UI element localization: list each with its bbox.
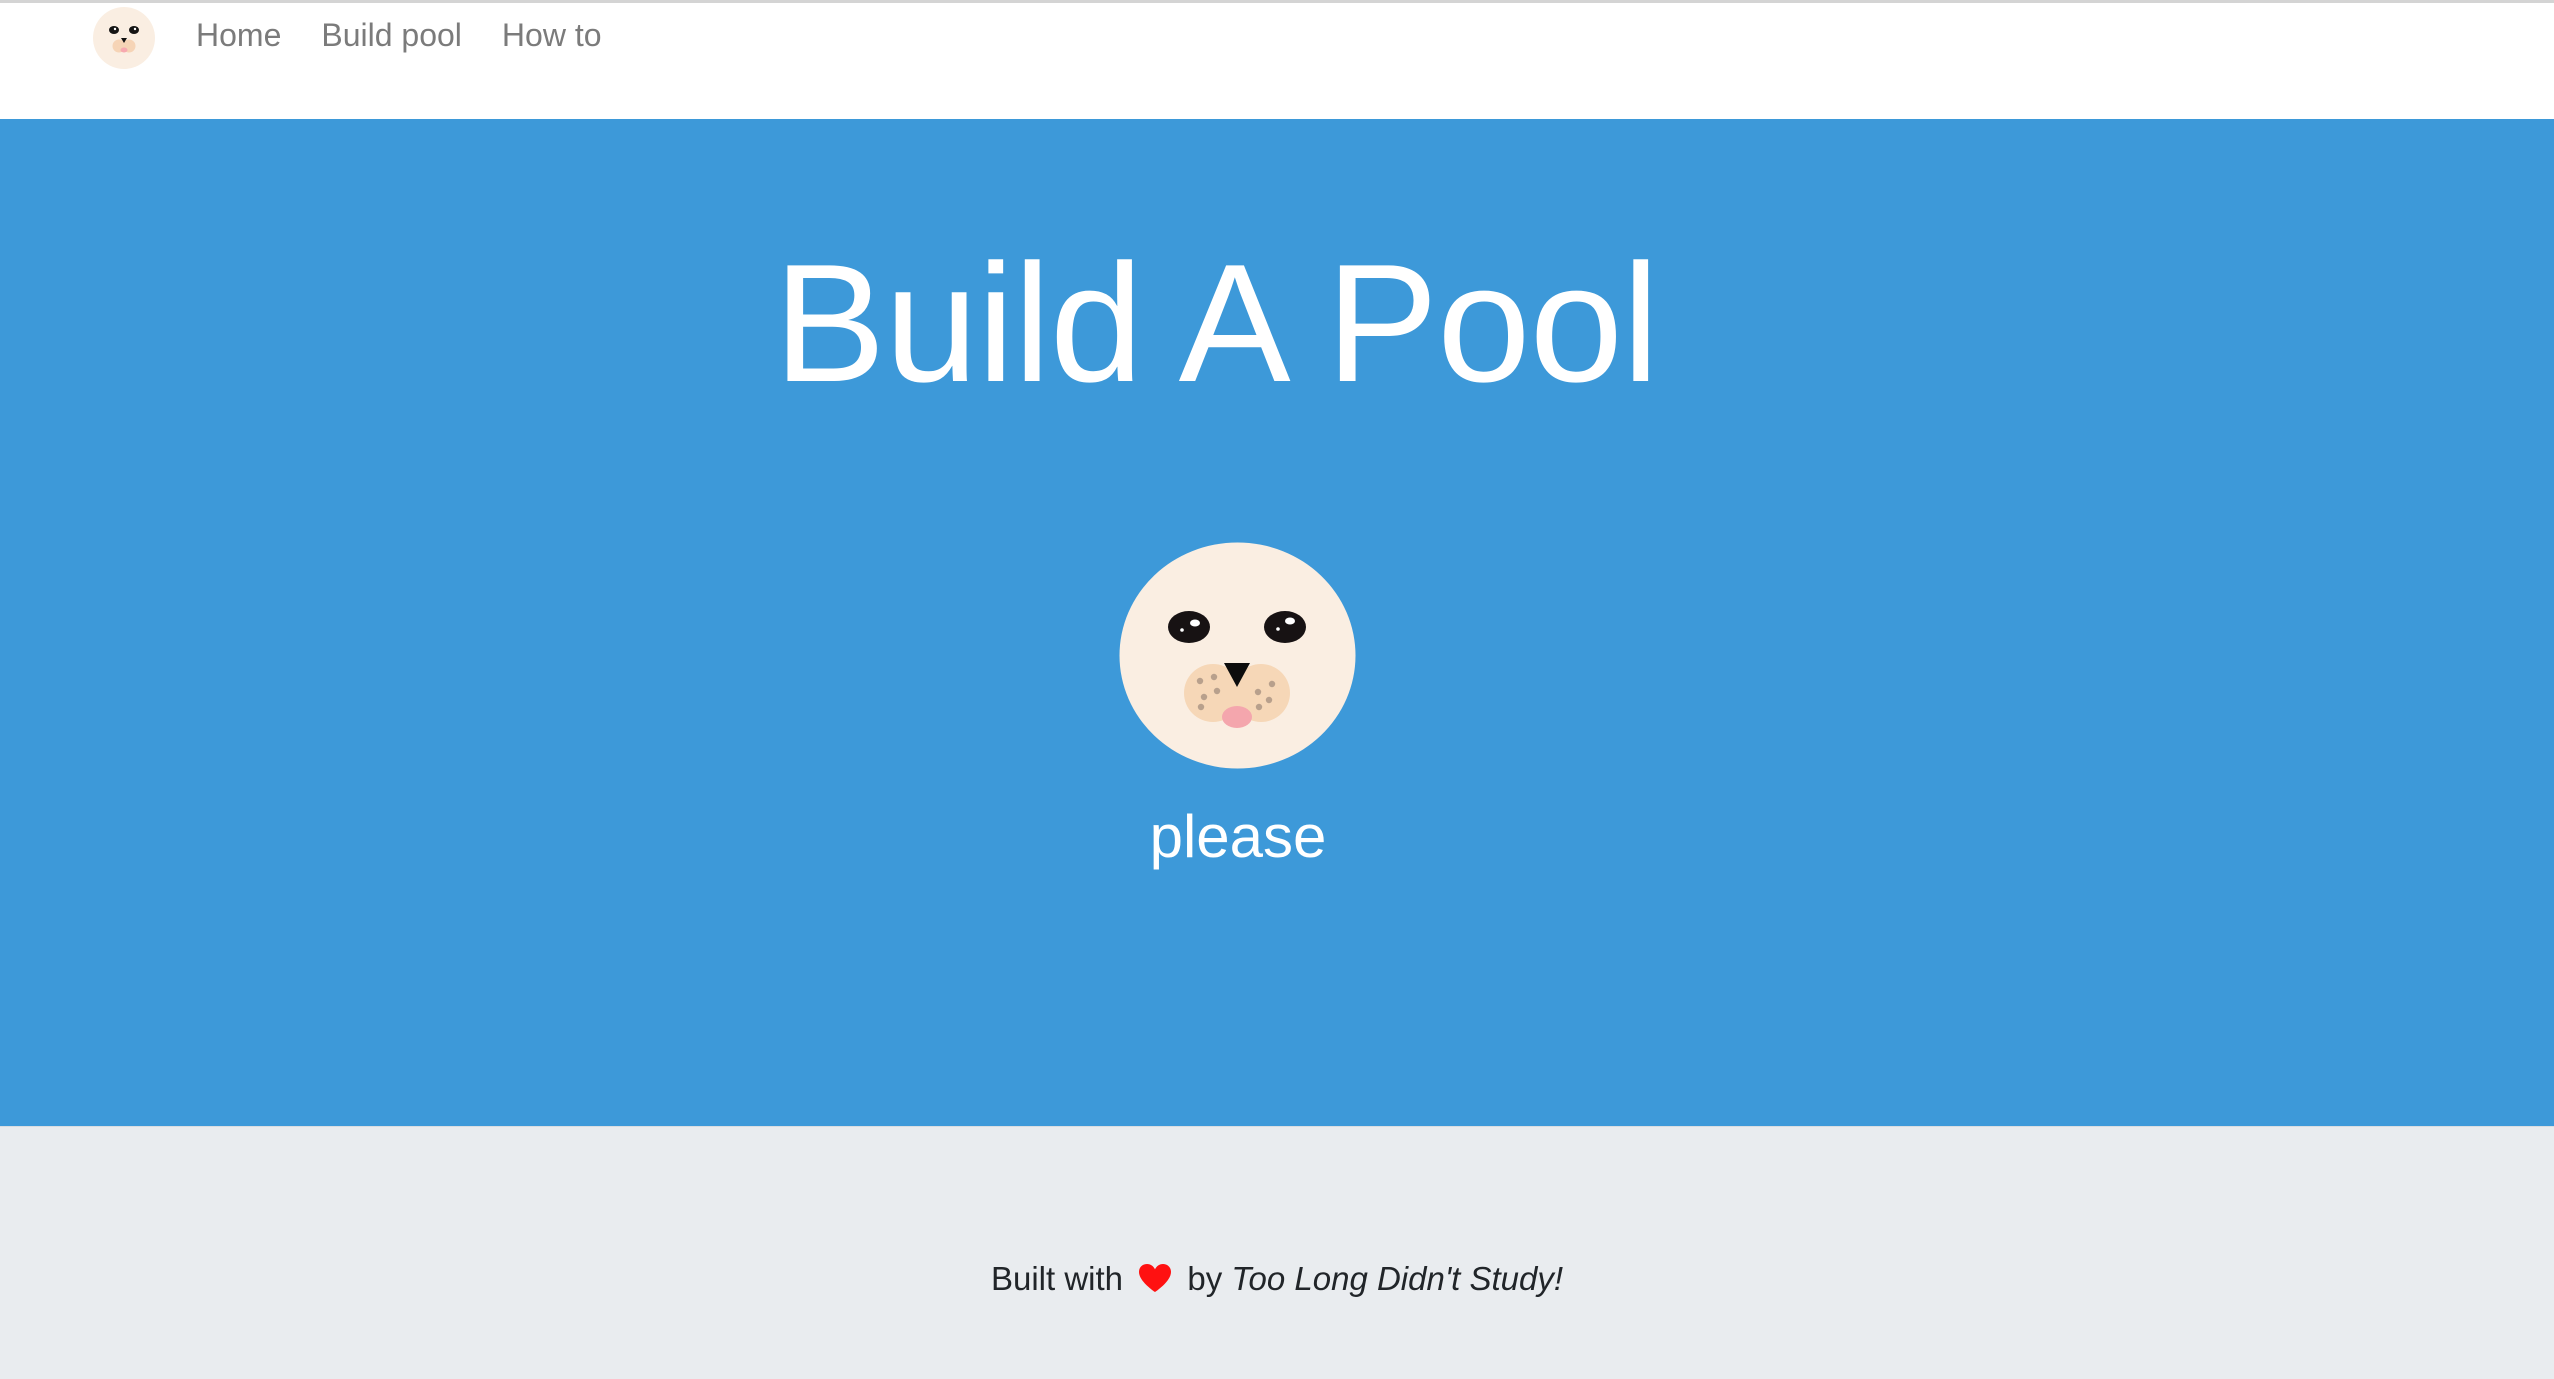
nav-link-how-to[interactable]: How to <box>502 13 602 57</box>
hero-section: Build A Pool please <box>0 119 2554 1126</box>
footer-by: by <box>1187 1260 1223 1297</box>
heart-icon <box>1138 1263 1172 1293</box>
seal-caption: please <box>1149 803 1327 870</box>
page-title: Build A Pool <box>773 229 1660 417</box>
footer-team-name: Too Long Didn't Study! <box>1231 1260 1564 1297</box>
nav-link-build-pool[interactable]: Build pool <box>321 13 462 57</box>
footer-credit: Built with by Too Long Didn't Study! <box>0 1257 2554 1301</box>
nav-logo-seal-icon[interactable] <box>92 6 156 70</box>
seal-face-image <box>1118 541 1357 770</box>
seal-face-icon <box>93 7 155 69</box>
nav-link-home[interactable]: Home <box>196 13 281 57</box>
navbar: Home Build pool How to <box>0 3 2554 119</box>
footer: Built with by Too Long Didn't Study! <box>0 1126 2554 1379</box>
seal-face-icon <box>1119 542 1356 769</box>
nav-links: Home Build pool How to <box>196 13 602 57</box>
footer-prefix: Built with <box>990 1260 1124 1297</box>
